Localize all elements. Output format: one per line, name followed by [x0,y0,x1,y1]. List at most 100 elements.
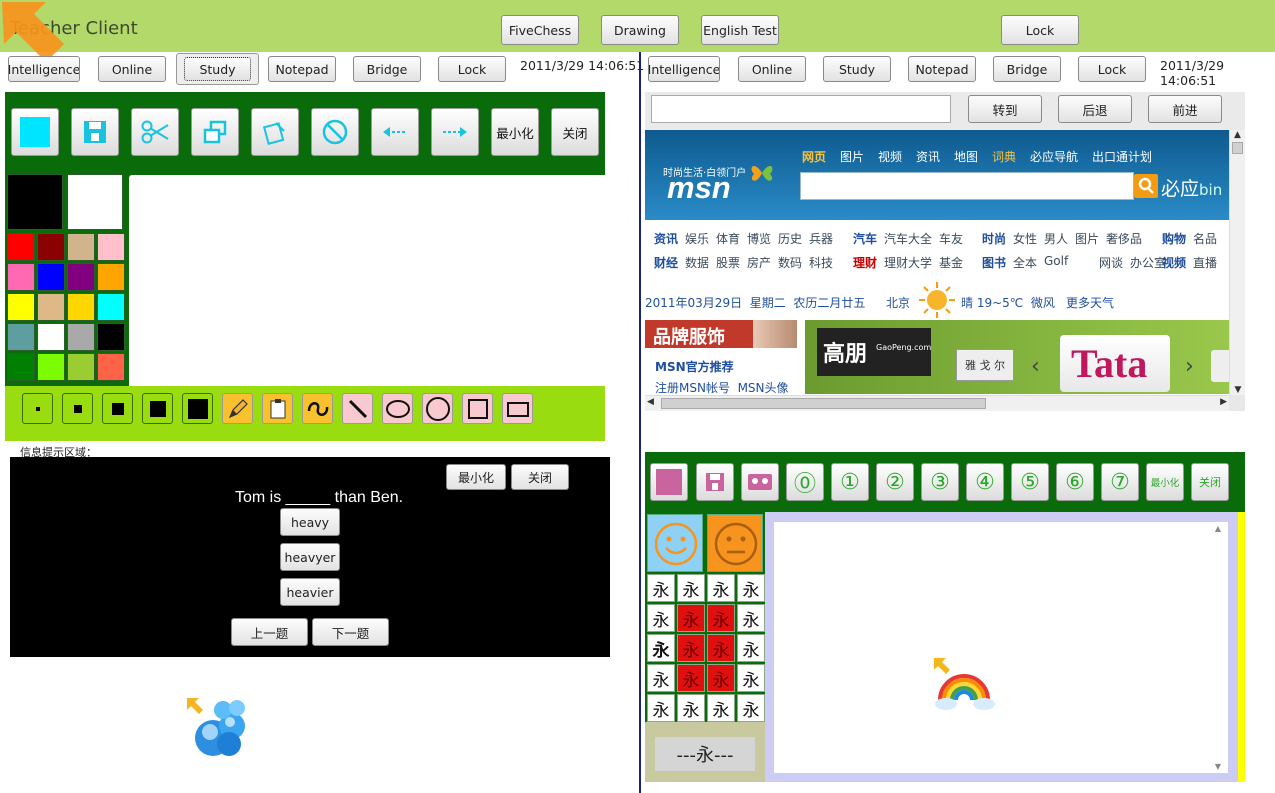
msn-link[interactable]: 名品 [1193,230,1217,247]
stroke-number-button[interactable]: ① [831,463,869,501]
calli-tape-button[interactable] [741,463,779,501]
msn-link[interactable]: 数据 [685,254,709,271]
character-cell[interactable]: 永 [677,634,705,662]
line-tool[interactable] [342,393,373,424]
stroke-number-button[interactable]: ⓪ [786,463,824,501]
msn-link[interactable]: 财经 [654,254,678,271]
cut-button[interactable] [131,108,179,156]
msn-link[interactable]: 基金 [939,254,963,271]
msn-nav-link[interactable]: 网页 [802,148,826,165]
forward-button[interactable]: 前进 [1148,95,1222,123]
calli-color-button[interactable] [650,463,688,501]
msn-link[interactable]: 直播 [1193,254,1217,271]
character-cell[interactable]: 永 [737,634,765,662]
msn-search-input[interactable] [800,172,1134,200]
scroll-right-icon[interactable]: ▶ [1220,397,1227,407]
msn-link[interactable]: 汽车 [853,230,877,247]
stroke-number-button[interactable]: ⑤ [1011,463,1049,501]
stroke-number-button[interactable]: ⑦ [1101,463,1139,501]
msn-link[interactable]: 男人 [1044,230,1068,247]
left-tab-intelligence[interactable]: Intelligence [8,56,80,82]
color-swatch[interactable] [7,293,35,321]
stroke-number-button[interactable]: ⑥ [1056,463,1094,501]
happy-face-button[interactable] [647,514,703,572]
color-swatch[interactable] [97,353,125,381]
address-input[interactable] [651,95,951,123]
color-swatch[interactable] [67,293,95,321]
option-heavier[interactable]: heavier [280,578,340,606]
msn-nav-link[interactable]: 必应导航 [1030,148,1078,165]
msn-link[interactable]: 理财大学 [884,254,932,271]
msn-link[interactable]: 视频 [1162,254,1186,271]
brush-size-button[interactable] [62,393,93,424]
tab-fivechess[interactable]: FiveChess [501,15,579,45]
msn-link[interactable]: 历史 [778,230,802,247]
left-tab-bridge[interactable]: Bridge [353,56,421,82]
color-swatch[interactable] [7,263,35,291]
left-tab-lock[interactable]: Lock [438,56,506,82]
msn-nav-link[interactable]: 词典 [992,148,1016,165]
stroke-number-button[interactable]: ④ [966,463,1004,501]
character-cell[interactable]: 永 [737,574,765,602]
writing-vscrollbar[interactable]: ▲ ▼ [1210,524,1226,771]
color-swatch[interactable] [37,233,65,261]
color-swatch[interactable] [67,353,95,381]
msn-nav-link[interactable]: 视频 [878,148,902,165]
msn-link[interactable]: 体育 [716,230,740,247]
info-minimize-button[interactable]: 最小化 [446,464,506,490]
color-swatch[interactable] [97,233,125,261]
browser-viewport[interactable]: 时尚生活·白领门户 msn 网页 图片 视频 资讯 地图 词典 必应导航 出口通计划 必应bi… [645,130,1245,412]
msn-link[interactable]: Golf [1044,254,1068,268]
brush-size-button[interactable] [22,393,53,424]
option-heavyer[interactable]: heavyer [280,543,340,571]
msn-link[interactable]: 科技 [809,254,833,271]
msn-nav-link[interactable]: 资讯 [916,148,940,165]
next-question-button[interactable]: 下一题 [312,618,389,646]
undo-button[interactable] [371,108,419,156]
right-tab-bridge[interactable]: Bridge [993,56,1061,82]
calli-minimize-button[interactable]: 最小化 [1146,463,1184,501]
character-cell[interactable]: 永 [647,604,675,632]
rectangle-tool[interactable] [502,393,533,424]
msn-link[interactable]: 房产 [747,254,771,271]
msn-nav-link[interactable]: 出口通计划 [1092,148,1152,165]
scroll-thumb-h[interactable] [661,398,986,409]
stroke-number-button[interactable]: ② [876,463,914,501]
character-cell[interactable]: 永 [707,574,735,602]
character-cell[interactable]: 永 [647,694,675,722]
browser-hscrollbar[interactable]: ◀ ▶ [645,395,1229,411]
curve-tool[interactable] [302,393,333,424]
calli-save-button[interactable] [696,463,734,501]
square-tool[interactable] [462,393,493,424]
prev-question-button[interactable]: 上一题 [231,618,308,646]
circle-tool[interactable] [422,393,453,424]
color-swatch[interactable] [67,323,95,351]
brush-size-button[interactable] [142,393,173,424]
paste-button[interactable] [251,108,299,156]
color-swatch[interactable] [7,233,35,261]
save-button[interactable] [71,108,119,156]
color-fill-button[interactable] [11,108,59,156]
option-heavy[interactable]: heavy [280,508,340,536]
msn-link[interactable]: 股票 [716,254,740,271]
msn-nav-link[interactable]: 地图 [954,148,978,165]
msn-link[interactable]: 资讯 [654,230,678,247]
color-swatch[interactable] [7,174,63,230]
tab-lock-top[interactable]: Lock [1001,15,1079,45]
color-swatch[interactable] [97,263,125,291]
redo-button[interactable] [431,108,479,156]
drawing-canvas-surface[interactable] [129,175,605,386]
scroll-left-icon[interactable]: ◀ [647,397,654,407]
character-cell[interactable]: 永 [707,664,735,692]
scroll-down-icon[interactable]: ▼ [1230,385,1246,395]
ellipse-tool[interactable] [382,393,413,424]
left-tab-study[interactable]: Study [184,57,251,81]
character-cell[interactable]: 永 [707,634,735,662]
msn-link[interactable]: 娱乐 [685,230,709,247]
character-cell[interactable]: 永 [677,664,705,692]
brush-size-button[interactable] [182,393,213,424]
msn-link[interactable]: 女性 [1013,230,1037,247]
writing-scroll-down-icon[interactable]: ▼ [1210,762,1226,771]
msn-search-button[interactable] [1134,174,1158,198]
color-swatch[interactable] [37,293,65,321]
